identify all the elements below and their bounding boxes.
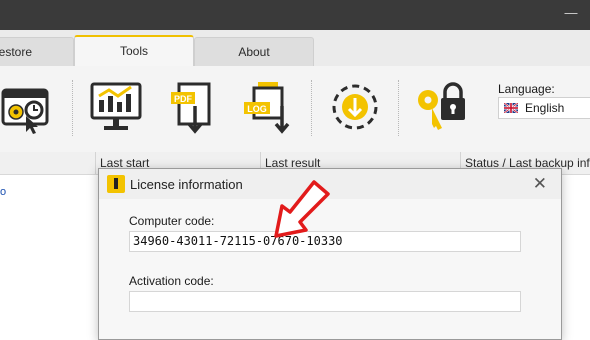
tab-about[interactable]: About (194, 37, 314, 66)
toolbar-separator (311, 80, 312, 136)
tab-tools[interactable]: Tools (74, 35, 194, 68)
tab-bar: Restore Tools About (0, 30, 590, 68)
dialog-title: License information (130, 177, 243, 192)
language-value: English (525, 101, 565, 115)
toolbar-separator (398, 80, 399, 136)
table-row-fragment[interactable]: o (0, 186, 6, 198)
tab-tools-label: Tools (119, 44, 148, 58)
scheduler-icon (1, 88, 49, 134)
window-titlebar: — (0, 0, 590, 30)
tab-restore-label: Restore (0, 45, 33, 59)
activation-code-field[interactable] (129, 291, 521, 312)
toolbar-separator (72, 80, 73, 136)
tab-restore[interactable]: Restore (0, 37, 74, 66)
app-logo-icon (107, 175, 125, 193)
uk-flag-icon (504, 103, 518, 113)
statistics-button[interactable] (87, 76, 147, 138)
export-log-button[interactable]: LOG (238, 76, 298, 138)
computer-code-label: Computer code: (129, 214, 215, 228)
log-download-icon: LOG (244, 82, 290, 134)
log-label: LOG (247, 104, 267, 114)
monitor-chart-icon (90, 82, 142, 130)
pdf-label: PDF (174, 94, 193, 104)
minimize-button[interactable]: — (556, 0, 586, 30)
language-select[interactable]: English (498, 97, 590, 119)
check-updates-button[interactable] (325, 76, 385, 138)
scheduler-button[interactable] (0, 76, 60, 138)
red-arrow-annotation (274, 180, 330, 238)
tab-about-label: About (238, 45, 270, 59)
license-button[interactable] (410, 76, 470, 138)
export-pdf-button[interactable]: PDF (165, 76, 225, 138)
key-lock-icon (418, 82, 465, 130)
toolbar: PDF LOG Language: English (0, 66, 590, 153)
activation-code-label: Activation code: (129, 274, 214, 288)
pdf-download-icon: PDF (171, 82, 211, 134)
update-download-icon (332, 84, 378, 130)
close-icon[interactable]: ✕ (533, 174, 547, 194)
language-label: Language: (498, 82, 555, 96)
